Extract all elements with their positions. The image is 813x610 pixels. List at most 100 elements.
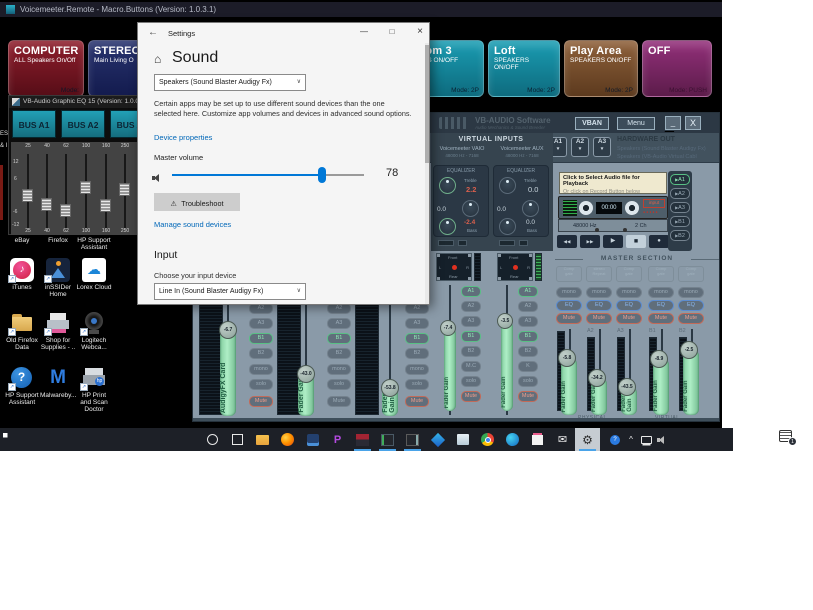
device-properties-link[interactable]: Device properties bbox=[154, 133, 212, 142]
strip2-solo-button[interactable]: solo bbox=[327, 379, 351, 390]
bus-a2-button[interactable]: BUS A2 bbox=[61, 110, 105, 138]
aux-route-b1[interactable]: B1 bbox=[518, 331, 538, 342]
busA1-comp-panel[interactable]: Compgate ||||| bbox=[556, 266, 582, 282]
busA1-eq-button[interactable]: EQ bbox=[556, 300, 582, 311]
treble-knob[interactable] bbox=[499, 177, 516, 194]
vban-button[interactable]: VBAN bbox=[575, 117, 609, 130]
tray-show-hidden-icons[interactable]: ^ bbox=[624, 428, 638, 451]
busA2-mono-button[interactable]: mono bbox=[586, 287, 612, 298]
strip1-fader[interactable]: AudigyFX Card bbox=[220, 330, 236, 416]
inssider-taskbar-icon[interactable] bbox=[300, 428, 325, 451]
record-button[interactable]: ● bbox=[649, 235, 669, 248]
recorder-route-b2[interactable]: ▶B2 bbox=[670, 230, 690, 241]
busB1-eq-button[interactable]: EQ bbox=[648, 300, 674, 311]
aux-mini-control[interactable] bbox=[499, 240, 515, 246]
mid-knob[interactable] bbox=[462, 200, 479, 217]
media-app-icon[interactable]: P bbox=[325, 428, 350, 451]
macro-button-off[interactable]: OFF Mode: PUSH bbox=[642, 40, 712, 97]
settings-taskbar-icon[interactable]: ⚙ bbox=[575, 428, 600, 451]
fast-forward-button[interactable]: ▶▶ bbox=[580, 235, 600, 248]
bus-a1-button[interactable]: BUS A1 bbox=[12, 110, 56, 138]
strip3-mute-button[interactable]: Mute bbox=[405, 396, 429, 407]
hwout-a2-button[interactable]: A2▾ bbox=[571, 137, 589, 157]
manage-sound-devices-link[interactable]: Manage sound devices bbox=[154, 220, 231, 229]
busA2-gain-value[interactable]: -34.2 bbox=[588, 369, 606, 387]
aux-k-button[interactable]: K bbox=[518, 361, 538, 372]
busA2-comp-panel[interactable]: stereoRepeat ||||| bbox=[586, 266, 612, 282]
bass-knob[interactable] bbox=[499, 218, 516, 235]
volume-slider[interactable] bbox=[172, 174, 364, 176]
busA3-comp-panel[interactable]: Compgate ||||| bbox=[616, 266, 642, 282]
action-center-icon[interactable]: 1 bbox=[779, 430, 799, 448]
vaio-route-b1[interactable]: B1 bbox=[461, 331, 481, 342]
cortana-icon[interactable] bbox=[200, 428, 225, 451]
minimize-button[interactable]: — bbox=[351, 23, 377, 41]
strip3-route-b2[interactable]: B2 bbox=[405, 348, 429, 359]
vaio-mini-control[interactable] bbox=[438, 240, 454, 246]
aux-gain-value[interactable]: -3.5 bbox=[497, 313, 513, 329]
scrollbar-track[interactable] bbox=[425, 43, 429, 304]
maximize-button[interactable]: □ bbox=[379, 23, 405, 41]
mid-knob[interactable] bbox=[522, 200, 539, 217]
hwout-a3-button[interactable]: A3▾ bbox=[593, 137, 611, 157]
vaio-fader[interactable]: Fader Gain bbox=[444, 328, 456, 411]
recorder-route-a2[interactable]: ▶A2 bbox=[670, 188, 690, 199]
pan-position-dot[interactable] bbox=[513, 265, 518, 270]
bass-knob[interactable] bbox=[439, 218, 456, 235]
vaio-solo-button[interactable]: solo bbox=[461, 376, 481, 387]
desktop-icon-itunes[interactable]: ♪ ↗ iTunes bbox=[4, 258, 40, 291]
close-button[interactable]: × bbox=[407, 23, 433, 41]
aux-solo-button[interactable]: solo bbox=[518, 376, 538, 387]
busB2-gain-value[interactable]: -2.5 bbox=[680, 341, 698, 359]
stop-button[interactable]: ■ bbox=[626, 235, 646, 248]
busA3-mono-button[interactable]: mono bbox=[616, 287, 642, 298]
aux-fader[interactable]: Fader Gain bbox=[501, 321, 513, 411]
store-icon[interactable] bbox=[525, 428, 550, 451]
busB2-fader[interactable]: Fader Gain bbox=[683, 350, 699, 415]
firefox-icon[interactable] bbox=[275, 428, 300, 451]
mail-icon[interactable]: ✉ bbox=[550, 428, 575, 451]
aux-pan-panel[interactable]: Front Rear L R bbox=[497, 253, 533, 281]
busB2-comp-panel[interactable]: Compgate ||||| bbox=[678, 266, 704, 282]
strip3-route-a3[interactable]: A3 bbox=[405, 318, 429, 329]
strip3-gain-value[interactable]: -53.8 bbox=[381, 379, 399, 397]
busA3-gain-value[interactable]: -43.5 bbox=[618, 378, 636, 396]
desktop-icon-lorex[interactable]: ☁ Lorex Cloud bbox=[76, 258, 112, 291]
strip2-mono-button[interactable]: mono bbox=[327, 364, 351, 375]
vaio-route-b2[interactable]: B2 bbox=[461, 346, 481, 357]
strip1-route-a3[interactable]: A3 bbox=[249, 318, 273, 329]
busA1-mute-button[interactable]: Mute bbox=[556, 313, 582, 324]
macro-button-play-area[interactable]: Play Area SPEAKERS ON/OFF Mode: 2P bbox=[564, 40, 638, 97]
busB2-mute-button[interactable]: Mute bbox=[678, 313, 704, 324]
desktop-icon-logitech-webcam[interactable]: ↗ Logitech Webca... bbox=[76, 311, 112, 351]
voicemeeter-taskbar-icon[interactable] bbox=[375, 428, 400, 451]
strip3-route-b1[interactable]: B1 bbox=[405, 333, 429, 344]
strip1-mute-button[interactable]: Mute bbox=[249, 396, 273, 407]
vaio-mc-button[interactable]: M.C bbox=[461, 361, 481, 372]
strip3-solo-button[interactable]: solo bbox=[405, 379, 429, 390]
busB2-eq-button[interactable]: EQ bbox=[678, 300, 704, 311]
busB1-comp-panel[interactable]: Compgate ||||| bbox=[648, 266, 674, 282]
busA1-mono-button[interactable]: mono bbox=[556, 287, 582, 298]
eq-slider-handle-40[interactable] bbox=[41, 198, 52, 211]
eq-slider-handle-160[interactable] bbox=[100, 199, 111, 212]
busB1-mono-button[interactable]: mono bbox=[648, 287, 674, 298]
back-button[interactable]: ← bbox=[148, 27, 158, 38]
vm-minimize-button[interactable]: _ bbox=[665, 116, 681, 130]
vaio-gain-value[interactable]: -7.4 bbox=[440, 320, 456, 336]
scrollbar-thumb[interactable] bbox=[425, 45, 429, 163]
desktop-icon-inssider[interactable]: ↗ inSSIDer Home bbox=[40, 258, 76, 298]
eq-slider-handle-250[interactable] bbox=[119, 183, 130, 196]
vaio-mini-control[interactable] bbox=[458, 240, 467, 246]
pan-position-dot[interactable] bbox=[452, 265, 457, 270]
recorder-route-b1[interactable]: ▶B1 bbox=[670, 216, 690, 227]
speaker-icon[interactable] bbox=[152, 173, 162, 183]
strip1-route-b1[interactable]: B1 bbox=[249, 333, 273, 344]
desktop-label-ebay[interactable]: eBay bbox=[4, 237, 40, 244]
lorex-taskbar-icon[interactable] bbox=[425, 428, 450, 451]
aux-route-a1[interactable]: A1 bbox=[518, 286, 538, 297]
task-view-icon[interactable] bbox=[225, 428, 250, 451]
desktop-label-hp-support[interactable]: HP Support Assistant bbox=[76, 237, 112, 251]
desktop-icon-hp-support-assistant[interactable]: ? ↗ HP Support Assistant bbox=[4, 366, 40, 406]
eq-slider-handle-25[interactable] bbox=[22, 189, 33, 202]
